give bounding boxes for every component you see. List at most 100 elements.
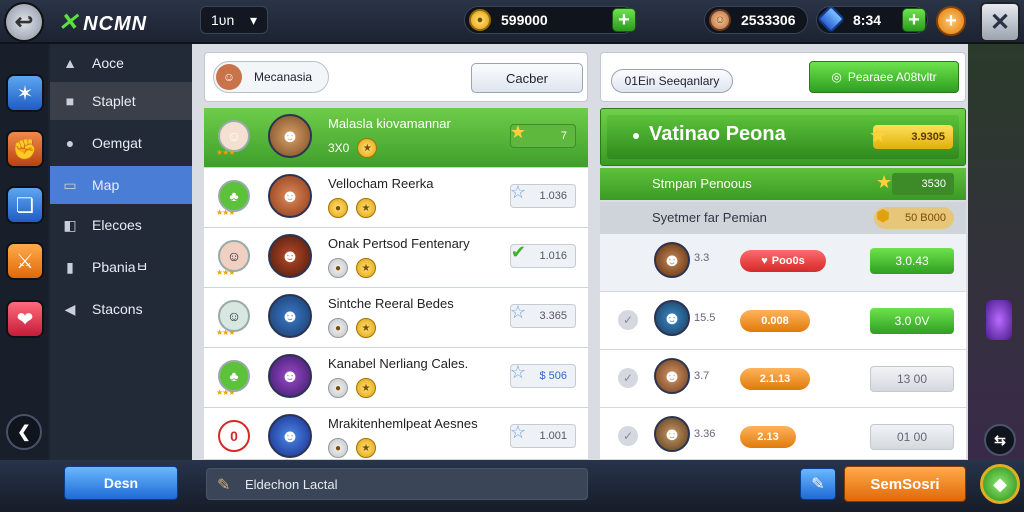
nav-item[interactable]: ▮ Pbaniaㅂ xyxy=(50,248,192,286)
cards-icon[interactable]: ❏ xyxy=(6,186,44,224)
avatar: ☻ xyxy=(268,414,312,458)
avatar: ☺ xyxy=(216,64,242,90)
promo-button[interactable]: ◎ Pearaee A08tvltr xyxy=(809,61,959,93)
coin-chip: 2.1.13 xyxy=(740,368,810,390)
game-logo: ✕ NCMN xyxy=(58,9,148,36)
add-coins-button[interactable]: + xyxy=(612,8,636,32)
crystal-icon xyxy=(816,4,846,34)
nav-icon: ◧ xyxy=(63,216,77,233)
star-coin-icon: ★ xyxy=(356,438,376,458)
nav-icon: ▮ xyxy=(66,258,74,275)
back-button[interactable]: ↩ xyxy=(4,2,44,42)
diamond-button[interactable]: ◆ xyxy=(980,464,1020,504)
coin-balance: ● 599000 xyxy=(464,6,636,34)
expand-button[interactable]: ⇆ xyxy=(984,424,1016,456)
nav-item[interactable]: ■ Staplet xyxy=(50,82,192,120)
character-icon: ☺ xyxy=(709,9,731,31)
coin-icon: ★ xyxy=(357,138,378,158)
nav-icon: ◀ xyxy=(64,300,76,317)
ranking-row[interactable]: ☻ 3.3 ♥Poo0s ✔ 3.0.43 xyxy=(600,234,966,292)
coin-chip: 0.008 xyxy=(740,310,810,332)
player-filter[interactable]: ☺ Mecanasia xyxy=(213,61,329,93)
close-button[interactable]: ✕ xyxy=(980,2,1020,42)
list-item[interactable]: ☺ ★★★ ☻ Sintche Reeral Bedes ● ★ 3.365 ☆ xyxy=(204,288,588,348)
sword-icon[interactable]: ⚔ xyxy=(6,242,44,280)
stars: ★★★ xyxy=(216,328,235,337)
nav-item[interactable]: ▲ Aᴏce xyxy=(50,44,192,82)
coin-icon: ● xyxy=(328,438,348,458)
stars: ★★★ xyxy=(216,208,235,217)
nav-icon: ■ xyxy=(65,93,75,109)
edit-button[interactable]: ✎ xyxy=(800,468,836,500)
side-decoration xyxy=(968,44,1024,460)
tag-icon: ✎ xyxy=(217,477,231,494)
nav-item[interactable]: ◀ Stacons xyxy=(50,290,192,328)
stars: ★★★ xyxy=(216,268,235,277)
avatar: ☻ xyxy=(654,416,690,452)
featured-header: Vatinao Peona 3.9305 ★ xyxy=(600,108,966,166)
diamond-icon: ◆ xyxy=(993,473,1007,494)
star-outline-icon: ☆ xyxy=(509,362,526,382)
avatar: ☻ xyxy=(654,242,690,278)
avatar: ☻ xyxy=(654,300,690,336)
nav-icon: ▭ xyxy=(63,176,77,193)
submit-button[interactable]: SemSosri xyxy=(844,466,966,502)
star-outline-icon: ☆ xyxy=(509,302,526,322)
list-item[interactable]: ☺ ★★★ ☻ Malasla kiovamannar 3X0 ★ 7 ★ xyxy=(204,108,588,168)
ranking-row[interactable]: ✓ ☻ 3.7 2.1.13 ✔ 13 00 xyxy=(600,350,966,408)
stars: ★★★ xyxy=(216,388,235,397)
star-icon: ★ xyxy=(869,125,887,147)
star-coin-icon: ★ xyxy=(356,318,376,338)
star-coin-icon: ★ xyxy=(356,198,376,218)
star-icon: ★ xyxy=(509,122,526,142)
mode-dropdown[interactable]: 1ᴜn ▾ xyxy=(200,6,268,34)
filter-dropdown[interactable]: 01Ein Seeqanlary xyxy=(611,69,733,93)
list-item[interactable]: ♣ ★★★ ☻ Vellocham Reerka ● ★ 1.036 ☆ xyxy=(204,168,588,228)
claim-button[interactable]: 13 00 xyxy=(870,366,954,392)
close-icon: ✕ xyxy=(989,8,1011,36)
check-icon: ✔ xyxy=(510,242,526,262)
avatar: ☻ xyxy=(268,234,312,278)
pencil-icon: ✎ xyxy=(811,476,825,493)
coin-chip: 2.13 xyxy=(740,426,796,448)
avatar: ☻ xyxy=(268,294,312,338)
add-button[interactable]: + xyxy=(936,6,966,36)
nav-item-active[interactable]: ▭ Map xyxy=(50,166,192,204)
list-item[interactable]: ♣ ★★★ ☻ Kanabel Nerliang Cales. ● ★ $ 506… xyxy=(204,348,588,408)
list-item[interactable]: ☺ ★★★ ☻ Onak Pertsod Fentenary ● ★ 1.016 … xyxy=(204,228,588,288)
chat-icon[interactable]: ❤ xyxy=(6,300,44,338)
design-button[interactable]: Desn xyxy=(64,466,178,500)
chevron-left-icon: ❮ xyxy=(17,424,31,441)
nav-item[interactable]: ● Oemgat xyxy=(50,124,192,162)
star-icon[interactable]: ✶ xyxy=(6,74,44,112)
claim-button[interactable]: 3.0.43 xyxy=(870,248,954,274)
cancel-button[interactable]: Cacber xyxy=(471,63,583,93)
star-icon: ★ xyxy=(876,172,893,192)
featured-title: Vatinao Peona xyxy=(649,123,786,145)
add-crystal-button[interactable]: + xyxy=(902,8,926,32)
player-score: ☺ 2533306 xyxy=(704,6,808,34)
check-circle-icon: ✓ xyxy=(618,310,638,330)
left-panel-header: ☺ Mecanasia Cacber xyxy=(204,52,588,102)
right-panel-header: 01Ein Seeqanlary ◎ Pearaee A08tvltr xyxy=(600,52,966,102)
check-circle-icon: ✓ xyxy=(618,426,638,446)
nav-item[interactable]: ◧ Elecoes xyxy=(50,206,192,244)
chevron-down-icon: ▾ xyxy=(249,11,257,28)
hp-chip: ♥ Poo0s xyxy=(740,250,826,272)
star-outline-icon: ☆ xyxy=(509,182,526,202)
swap-icon: ⇆ xyxy=(994,431,1006,448)
claim-button[interactable]: 01 00 xyxy=(870,424,954,450)
crystal-decoration-icon xyxy=(986,300,1012,340)
avatar: ☻ xyxy=(268,114,312,158)
home-back-icon: ↩ xyxy=(14,9,34,34)
ranking-row[interactable]: ✓ ☻ 15.5 0.008 ✔ 3.0 0V xyxy=(600,292,966,350)
heart-icon: ♥ xyxy=(761,255,768,267)
nav-icon: ● xyxy=(65,135,75,151)
avatar: ☻ xyxy=(268,354,312,398)
ranking-row[interactable]: ✓ ☻ 3.36 2.13 ✔ 01 00 xyxy=(600,408,966,460)
list-item[interactable]: 0 ☻ Mrakitenhemlpeat Aesnes ● ★ 1.001 ☆ xyxy=(204,408,588,460)
fist-icon[interactable]: ✊ xyxy=(6,130,44,168)
sub-header-1: Stmpan Penoous ★ 3530 xyxy=(600,168,966,200)
claim-button[interactable]: 3.0 0V xyxy=(870,308,954,334)
collapse-button[interactable]: ❮ xyxy=(6,414,42,450)
